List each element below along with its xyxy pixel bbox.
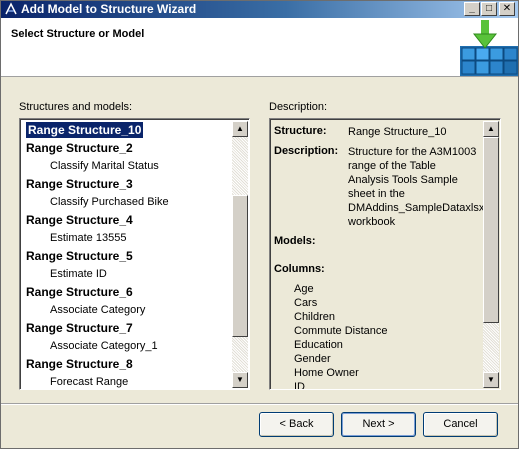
arrow-down-icon: ▼: [487, 375, 495, 384]
column-item: Age: [294, 283, 314, 295]
description-line: DMAddins_SampleDataxlsx: [348, 202, 485, 214]
arrow-up-icon: ▲: [487, 124, 495, 133]
list-item-model[interactable]: Associate Category_1: [22, 337, 232, 355]
list-scrollbar[interactable]: ▲ ▼: [232, 121, 248, 388]
title-bar[interactable]: Add Model to Structure Wizard _ □ ✕: [1, 1, 518, 18]
list-item-structure[interactable]: Range Structure_5: [22, 247, 232, 265]
scroll-thumb[interactable]: [232, 195, 248, 337]
description-scrollbar[interactable]: ▲ ▼: [483, 121, 499, 388]
structures-label: Structures and models:: [19, 101, 133, 113]
structure-key: Structure:: [274, 125, 327, 137]
scroll-down-button[interactable]: ▼: [232, 372, 248, 388]
list-item-model[interactable]: Classify Purchased Bike: [22, 193, 232, 211]
list-items: Range Structure_10 Range Structure_2 Cla…: [22, 121, 232, 389]
arrow-up-icon: ▲: [236, 124, 244, 133]
list-item-structure[interactable]: Range Structure_4: [22, 211, 232, 229]
cube-with-down-arrow-icon: [460, 18, 518, 76]
wizard-header: Select Structure or Model: [1, 18, 518, 77]
scroll-down-button[interactable]: ▼: [483, 372, 499, 388]
description-line: sheet in the: [348, 188, 405, 200]
description-line: workbook: [348, 216, 396, 228]
scroll-up-button[interactable]: ▲: [232, 121, 248, 137]
description-label: Description:: [269, 101, 328, 113]
column-item: Education: [294, 339, 343, 351]
columns-key: Columns:: [274, 263, 325, 275]
list-item-model[interactable]: Estimate ID: [22, 265, 232, 283]
list-item-model[interactable]: Classify Marital Status: [22, 157, 232, 175]
list-item-structure[interactable]: Range Structure_8: [22, 355, 232, 373]
maximize-button[interactable]: □: [481, 2, 497, 16]
footer-divider: [1, 403, 518, 405]
minimize-icon: _: [469, 3, 475, 14]
maximize-icon: □: [485, 3, 493, 14]
window-title: Add Model to Structure Wizard: [21, 2, 197, 16]
description-value: Structure for the A3M1003 range of the T…: [348, 145, 485, 229]
page-title: Select Structure or Model: [11, 28, 145, 40]
list-item-model[interactable]: Associate Category: [22, 301, 232, 319]
wizard-window: Add Model to Structure Wizard _ □ ✕ Sele…: [0, 0, 519, 449]
description-line: Structure for the A3M1003: [348, 146, 477, 158]
scroll-thumb[interactable]: [483, 137, 499, 323]
minimize-button[interactable]: _: [464, 2, 480, 16]
column-item: Gender: [294, 353, 331, 365]
structure-value: Range Structure_10: [348, 126, 447, 138]
list-item-structure[interactable]: Range Structure_7: [22, 319, 232, 337]
close-icon: ✕: [502, 3, 512, 14]
column-item: ID: [294, 381, 305, 390]
arrow-down-icon: ▼: [236, 375, 244, 384]
list-item-model[interactable]: Forecast Range: [22, 373, 232, 389]
back-button[interactable]: < Back: [259, 412, 334, 437]
list-item-structure[interactable]: Range Structure_10: [22, 121, 232, 139]
column-item: Home Owner: [294, 367, 359, 379]
cancel-button[interactable]: Cancel: [423, 412, 498, 437]
structures-list[interactable]: Range Structure_10 Range Structure_2 Cla…: [19, 118, 250, 390]
column-item: Commute Distance: [294, 325, 388, 337]
models-key: Models:: [274, 235, 316, 247]
description-panel: Structure: Range Structure_10 Descriptio…: [269, 118, 501, 390]
column-item: Children: [294, 311, 335, 323]
column-item: Cars: [294, 297, 318, 309]
next-button[interactable]: Next >: [341, 412, 416, 437]
scroll-up-button[interactable]: ▲: [483, 121, 499, 137]
description-key: Description:: [274, 145, 339, 157]
list-item-structure[interactable]: Range Structure_6: [22, 283, 232, 301]
description-line: range of the Table: [348, 160, 436, 172]
description-line: Analysis Tools Sample: [348, 174, 458, 186]
list-item-structure[interactable]: Range Structure_3: [22, 175, 232, 193]
list-item-model[interactable]: Estimate 13555: [22, 229, 232, 247]
app-icon: [4, 2, 18, 16]
close-button[interactable]: ✕: [499, 2, 515, 16]
list-item-structure[interactable]: Range Structure_2: [22, 139, 232, 157]
